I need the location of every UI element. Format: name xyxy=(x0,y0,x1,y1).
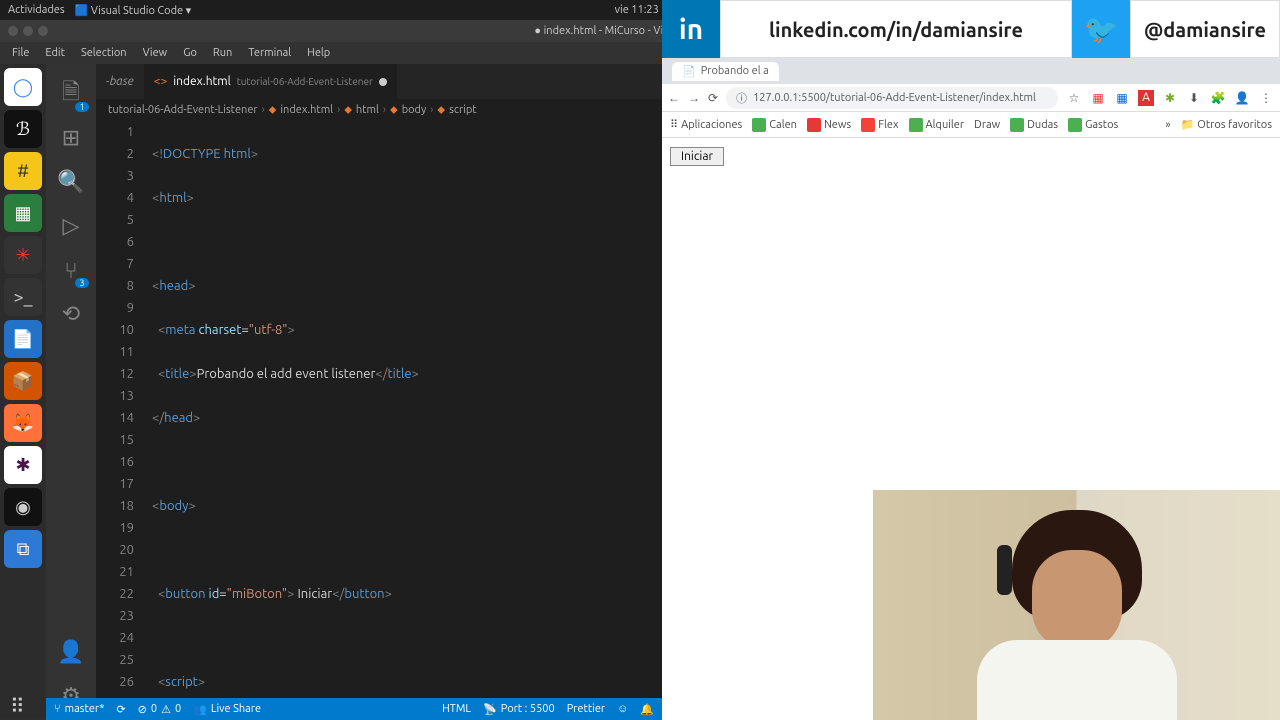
port-button[interactable]: 📡 Port : 5500 xyxy=(483,703,555,716)
menu-terminal[interactable]: Terminal xyxy=(242,45,297,61)
other-bookmarks[interactable]: 📁 Otros favoritos xyxy=(1181,118,1272,131)
bookmark[interactable]: Draw xyxy=(974,119,1000,131)
bookmark[interactable]: Gastos xyxy=(1068,118,1118,132)
bookmark-overflow[interactable]: » xyxy=(1165,119,1170,131)
tab-index-html[interactable]: <> index.html tutorial-06-Add-Event-List… xyxy=(144,64,397,99)
chromium-icon[interactable]: ◯ xyxy=(4,68,42,106)
webcam-overlay xyxy=(873,490,1280,720)
show-apps-icon[interactable]: ⠿ xyxy=(10,694,25,718)
linkedin-handle: linkedin.com/in/damiansire xyxy=(720,0,1072,58)
unsaved-dot-icon xyxy=(379,78,387,86)
live-share-button[interactable]: 👥 Live Share xyxy=(193,703,261,716)
html-file-icon: <> xyxy=(154,75,168,88)
apps-bookmark[interactable]: ⠿ Aplicaciones xyxy=(670,118,742,131)
avatar[interactable]: 👤 xyxy=(1234,90,1250,106)
bookmark[interactable]: Calen xyxy=(752,118,797,132)
app-icon[interactable]: ℬ xyxy=(4,110,42,148)
star-icon[interactable]: ☆ xyxy=(1066,90,1082,106)
tab-sublabel: tutorial-06-Add-Event-Listener xyxy=(237,76,373,87)
vscode-icon[interactable]: ⧉ xyxy=(4,530,42,568)
search-icon[interactable]: 🔍 xyxy=(47,160,95,204)
bell-icon[interactable]: 🔔 xyxy=(640,703,654,716)
git-branch[interactable]: ⑂ master* xyxy=(54,703,104,715)
ubuntu-launcher: ◯ ℬ # ▦ ✳ >_ 📄 📦 🦊 ✱ ◉ ⧉ xyxy=(0,64,46,718)
browser-tab[interactable]: 📄 Probando el a xyxy=(672,62,779,81)
ext-icon[interactable]: ✱ xyxy=(1162,90,1178,106)
browser-tabstrip: 📄 Probando el a xyxy=(662,58,1280,84)
tab-label: index.html xyxy=(173,75,231,88)
activities-menu[interactable]: Actividades xyxy=(8,4,65,17)
activity-bar: 🗎1 ⊞ 🔍 ▷ ⑂3 ⟲ 👤 ⚙ xyxy=(46,64,96,718)
feedback-icon[interactable]: ☺ xyxy=(617,703,628,715)
menu-selection[interactable]: Selection xyxy=(75,45,133,61)
clock[interactable]: vie 11:23 • xyxy=(615,4,666,16)
bookmark[interactable]: Alquiler xyxy=(909,118,965,132)
social-banner: in linkedin.com/in/damiansire 🐦 @damians… xyxy=(662,0,1280,58)
browser-toolbar: ← → ⟳ ⓘ 127.0.0.1:5500/tutorial-06-Add-E… xyxy=(662,84,1280,112)
menu-go[interactable]: Go xyxy=(177,45,203,61)
window-controls[interactable] xyxy=(8,26,48,36)
linkedin-icon: in xyxy=(662,0,720,58)
menu-edit[interactable]: Edit xyxy=(39,45,71,61)
bookmark[interactable]: News xyxy=(807,118,851,132)
problems-button[interactable]: ⊘ 0 ⚠ 0 xyxy=(138,703,182,716)
ext-icon[interactable]: ⬇ xyxy=(1186,90,1202,106)
forward-icon[interactable]: → xyxy=(688,91,700,105)
slack-icon[interactable]: ✱ xyxy=(4,446,42,484)
bookmark[interactable]: Dudas xyxy=(1010,118,1058,132)
terminal-icon[interactable]: >_ xyxy=(4,278,42,316)
account-icon[interactable]: 👤 xyxy=(47,630,95,674)
sync-button[interactable]: ⟳ xyxy=(116,703,125,716)
menu-view[interactable]: View xyxy=(137,45,174,61)
obs-icon[interactable]: ◉ xyxy=(4,488,42,526)
language-mode[interactable]: HTML xyxy=(442,703,471,715)
calc-icon[interactable]: ▦ xyxy=(4,194,42,232)
app-icon[interactable]: # xyxy=(4,152,42,190)
right-panel: in linkedin.com/in/damiansire 🐦 @damians… xyxy=(662,0,1280,720)
menu-file[interactable]: File xyxy=(6,45,35,61)
ext-icon[interactable]: ▦ xyxy=(1114,90,1130,106)
twitter-handle: @damiansire xyxy=(1130,0,1280,58)
bookmarks-bar: ⠿ Aplicaciones Calen News Flex Alquiler … xyxy=(662,112,1280,138)
back-icon[interactable]: ← xyxy=(668,91,680,105)
line-gutter: 1234567891011121314151617181920212223242… xyxy=(96,121,152,718)
ext-icon[interactable]: A xyxy=(1138,90,1154,106)
firefox-icon[interactable]: 🦊 xyxy=(4,404,42,442)
menu-run[interactable]: Run xyxy=(207,45,238,61)
ext-icon[interactable]: ▦ xyxy=(1090,90,1106,106)
twitter-icon: 🐦 xyxy=(1072,0,1130,58)
bookmark[interactable]: Flex xyxy=(861,118,898,132)
sync-icon[interactable]: ⟲ xyxy=(47,292,95,336)
explorer-icon[interactable]: 🗎1 xyxy=(47,72,95,116)
puzzle-icon[interactable]: 🧩 xyxy=(1210,90,1226,106)
app-menu[interactable]: 🟦 Visual Studio Code ▾ xyxy=(75,4,191,17)
menu-icon[interactable]: ⋮ xyxy=(1258,90,1274,106)
tab-inactive[interactable]: -base xyxy=(96,64,144,99)
iniciar-button[interactable]: Iniciar xyxy=(670,147,724,166)
address-bar[interactable]: ⓘ 127.0.0.1:5500/tutorial-06-Add-Event-L… xyxy=(726,87,1058,109)
run-icon[interactable]: ▷ xyxy=(47,204,95,248)
reload-icon[interactable]: ⟳ xyxy=(708,91,718,105)
writer-icon[interactable]: 📄 xyxy=(4,320,42,358)
prettier-button[interactable]: Prettier xyxy=(567,703,605,715)
extensions-icon[interactable]: ⊞ xyxy=(47,116,95,160)
app-icon[interactable]: ✳ xyxy=(4,236,42,274)
app-icon[interactable]: 📦 xyxy=(4,362,42,400)
menu-help[interactable]: Help xyxy=(301,45,336,61)
status-bar: ⑂ master* ⟳ ⊘ 0 ⚠ 0 👥 Live Share HTML 📡 … xyxy=(46,698,662,720)
source-control-icon[interactable]: ⑂3 xyxy=(47,248,95,292)
